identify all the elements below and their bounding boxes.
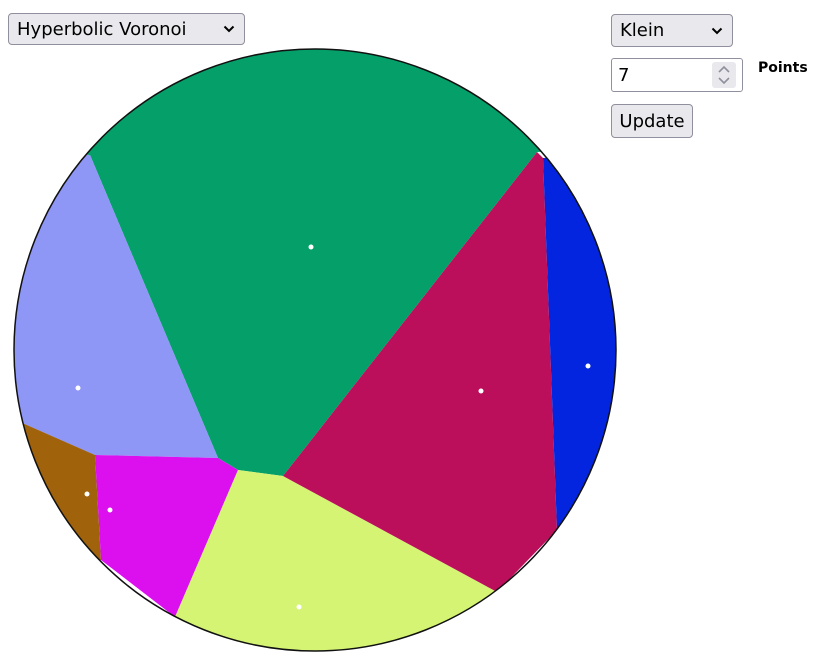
points-label: Points <box>758 60 808 76</box>
voronoi-diagram[interactable] <box>0 0 824 672</box>
voronoi-cells <box>14 49 616 651</box>
model-select-value: Klein <box>620 20 665 41</box>
site-point <box>585 363 591 369</box>
number-spinner[interactable] <box>712 62 736 88</box>
algorithm-select[interactable]: Hyperbolic Voronoi <box>8 13 245 45</box>
site-point <box>308 244 314 250</box>
points-input-value: 7 <box>618 64 630 86</box>
points-number-input[interactable]: 7 <box>611 58 743 92</box>
site-point <box>296 604 302 610</box>
site-point <box>75 385 81 391</box>
voronoi-cell-blue <box>543 140 616 651</box>
chevron-down-icon <box>711 27 723 34</box>
model-select[interactable]: Klein <box>611 14 733 47</box>
chevron-down-icon <box>223 25 235 33</box>
update-button-label: Update <box>619 110 685 132</box>
update-button[interactable]: Update <box>611 104 693 138</box>
site-point <box>84 491 90 497</box>
algorithm-select-value: Hyperbolic Voronoi <box>17 18 187 40</box>
site-point <box>478 388 484 394</box>
site-point <box>107 507 113 513</box>
spinner-arrows-icon <box>718 65 730 85</box>
